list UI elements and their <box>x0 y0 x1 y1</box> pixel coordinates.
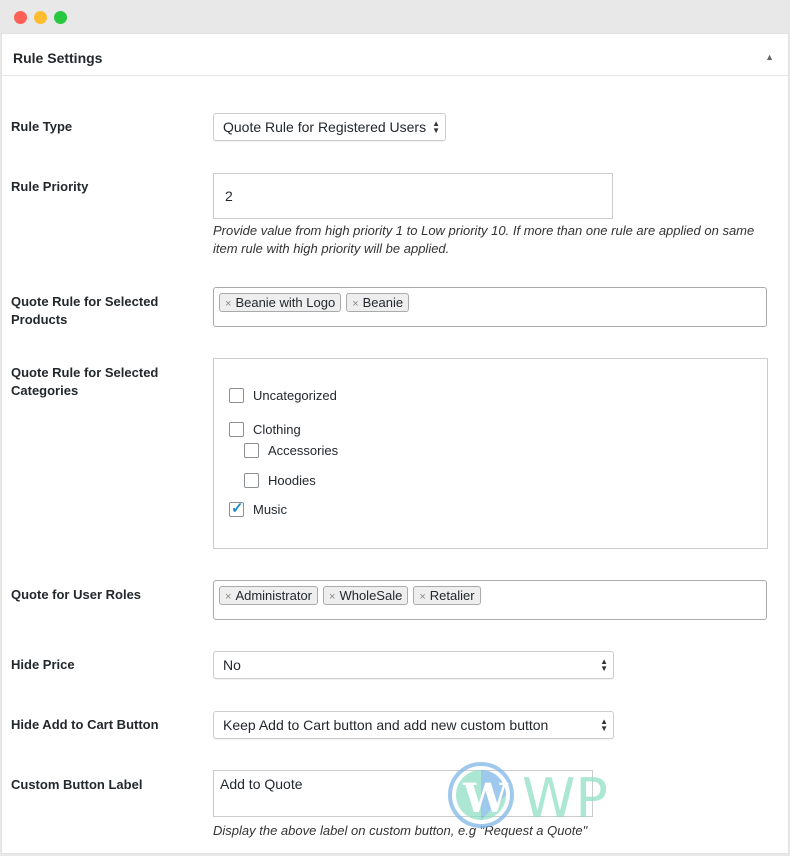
select-arrows-icon: ▲ ▼ <box>600 657 608 673</box>
remove-tag-icon[interactable]: × <box>225 591 231 603</box>
category-label: Accessories <box>268 443 339 458</box>
minimize-window-button[interactable] <box>34 11 47 24</box>
rule-priority-help: Provide value from high priority 1 to Lo… <box>213 223 755 256</box>
hide-cart-label: Hide Add to Cart Button <box>11 717 159 732</box>
zoom-window-button[interactable] <box>54 11 67 24</box>
remove-tag-icon[interactable]: × <box>352 298 358 310</box>
categories-label: Quote Rule for Selected Categories <box>11 365 159 398</box>
custom-label-textarea[interactable]: Add to Quote <box>213 770 593 817</box>
tag-label: Administrator <box>235 588 313 603</box>
rule-type-value: Quote Rule for Registered Users <box>223 119 427 135</box>
category-uncategorized[interactable]: Uncategorized <box>229 388 337 403</box>
checkmark-icon: ✓ <box>231 500 244 517</box>
hide-cart-select[interactable]: Keep Add to Cart button and add new cust… <box>213 711 614 739</box>
hide-price-label: Hide Price <box>11 657 75 672</box>
select-arrows-icon: ▲ ▼ <box>432 119 440 135</box>
tag-label: Beanie with Logo <box>235 295 336 310</box>
products-label: Quote Rule for Selected Products <box>11 294 159 327</box>
custom-label-label: Custom Button Label <box>11 777 143 792</box>
product-tag: × Beanie with Logo <box>219 293 342 312</box>
role-tag: × Retalier <box>413 586 481 605</box>
category-music[interactable]: ✓ Music <box>229 500 287 517</box>
panel-title: Rule Settings <box>13 50 103 66</box>
category-accessories[interactable]: Accessories <box>244 443 338 458</box>
rule-type-label: Rule Type <box>11 119 73 134</box>
tag-label: Beanie <box>362 295 404 310</box>
user-roles-label: Quote for User Roles <box>11 587 142 602</box>
role-tag: × WholeSale <box>323 586 409 605</box>
window-titlebar <box>0 0 790 33</box>
category-label: Music <box>253 502 287 517</box>
checkbox[interactable] <box>229 422 244 437</box>
category-label: Clothing <box>253 422 301 437</box>
checkbox[interactable] <box>229 388 244 403</box>
panel-header[interactable]: Rule Settings ▲ <box>2 34 788 76</box>
checkbox-checked[interactable]: ✓ <box>229 500 244 517</box>
checkbox[interactable] <box>244 473 259 488</box>
tag-label: WholeSale <box>339 588 403 603</box>
tag-label: Retalier <box>429 588 475 603</box>
remove-tag-icon[interactable]: × <box>329 591 335 603</box>
category-clothing[interactable]: Clothing <box>229 422 301 437</box>
category-label: Hoodies <box>268 473 316 488</box>
select-arrows-icon: ▲ ▼ <box>600 717 608 733</box>
close-window-button[interactable] <box>14 11 27 24</box>
hide-price-value: No <box>223 657 241 673</box>
hide-price-select[interactable]: No ▲ ▼ <box>213 651 614 679</box>
rule-type-select[interactable]: Quote Rule for Registered Users ▲ ▼ <box>213 113 446 141</box>
category-hoodies[interactable]: Hoodies <box>244 473 316 488</box>
product-tag: × Beanie <box>346 293 410 312</box>
products-multiselect[interactable]: × Beanie with Logo × Beanie <box>213 287 767 327</box>
category-label: Uncategorized <box>253 388 337 403</box>
role-tag: × Administrator <box>219 586 319 605</box>
rule-priority-input[interactable]: 2 <box>213 173 613 219</box>
remove-tag-icon[interactable]: × <box>419 591 425 603</box>
triangle-up-icon[interactable]: ▲ <box>765 52 774 62</box>
hide-cart-value: Keep Add to Cart button and add new cust… <box>223 717 549 733</box>
remove-tag-icon[interactable]: × <box>225 298 231 310</box>
user-roles-multiselect[interactable]: × Administrator × WholeSale × Retalier <box>213 580 767 620</box>
custom-label-help: Display the above label on custom button… <box>213 823 588 838</box>
rule-priority-label: Rule Priority <box>11 179 89 194</box>
checkbox[interactable] <box>244 443 259 458</box>
